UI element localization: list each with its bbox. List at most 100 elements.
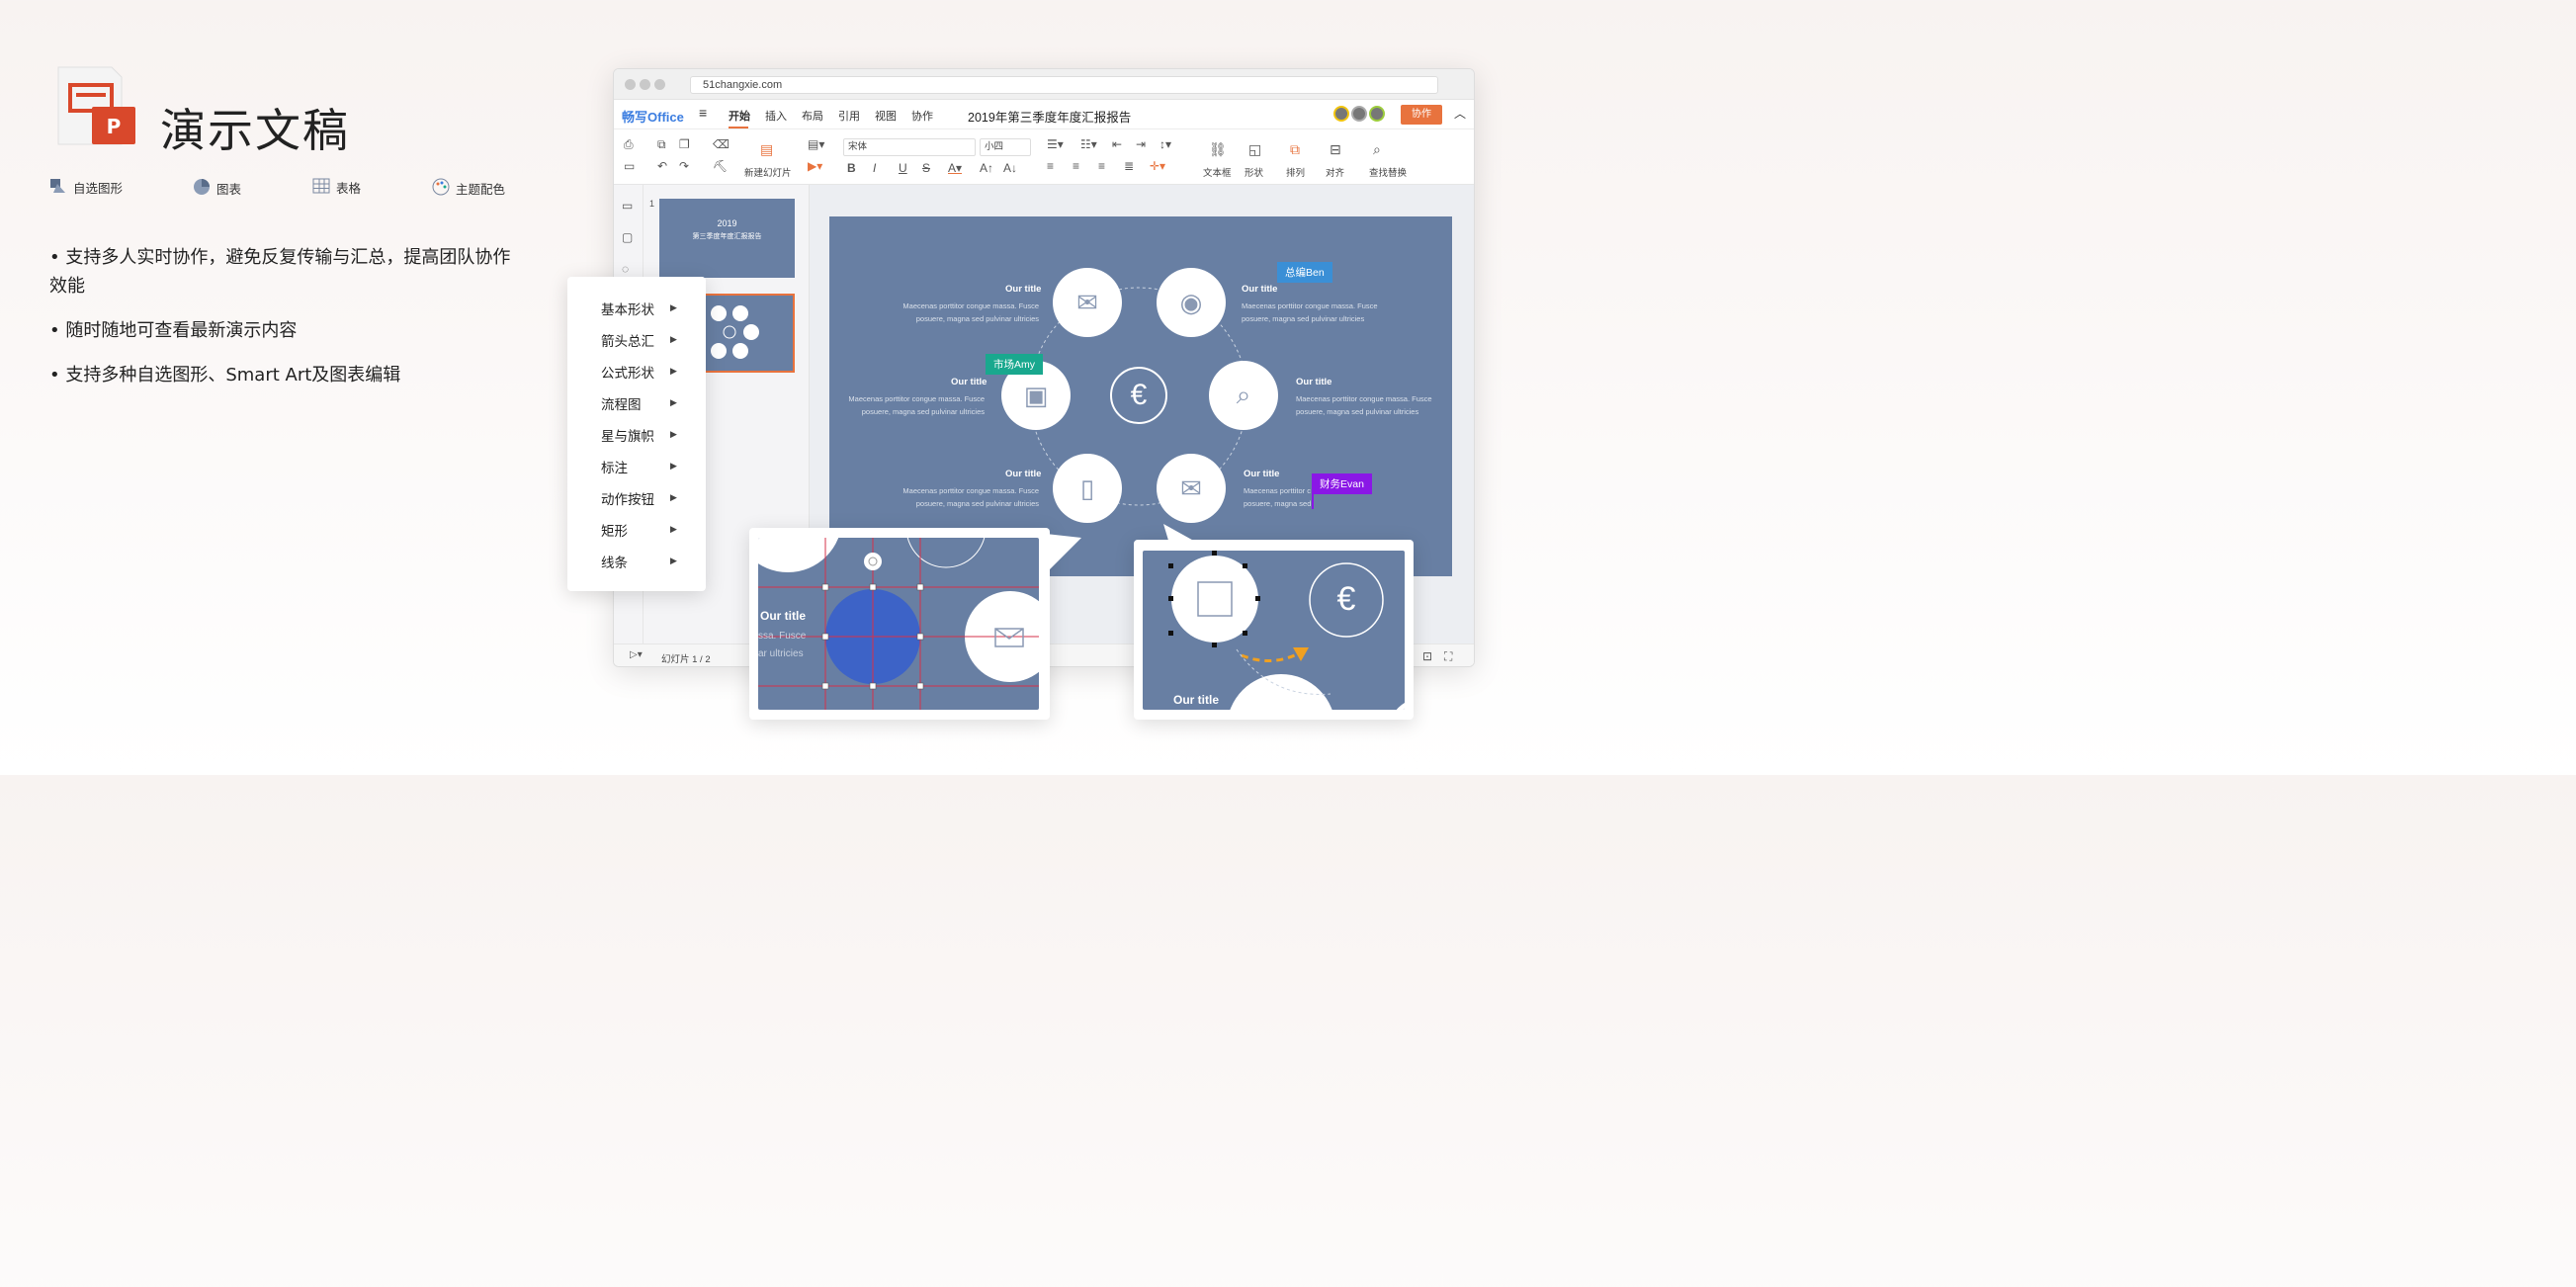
tab-home[interactable]: 开始 xyxy=(729,108,750,124)
menu-item-arrows[interactable]: 箭头总汇 xyxy=(601,330,680,350)
fullscreen-icon[interactable]: ⛶ xyxy=(1444,649,1452,664)
align-left-icon[interactable]: ≡ xyxy=(1047,159,1054,173)
print-icon[interactable]: ⎙ xyxy=(624,137,634,152)
paste-icon[interactable]: ❐ xyxy=(679,137,690,151)
slideshow-icon[interactable]: ▶▾ xyxy=(808,159,822,173)
feature-theme: 主题配色 xyxy=(432,178,505,199)
numbered-list-icon[interactable]: ☷▾ xyxy=(1080,137,1097,151)
find-replace-button[interactable]: 查找替换 xyxy=(1369,165,1407,179)
align-center-icon[interactable]: ≡ xyxy=(1073,159,1079,173)
align-button[interactable]: 对齐 xyxy=(1326,165,1344,179)
camera-icon[interactable]: ◉ xyxy=(1157,268,1226,337)
menu-item-lines[interactable]: 线条 xyxy=(601,552,680,571)
search-icon[interactable]: ⌕ xyxy=(1209,361,1278,430)
item-text: Maecenas porttitor congue massa. Fusce p… xyxy=(848,394,985,416)
menu-item-basic-shapes[interactable]: 基本形状 xyxy=(601,299,680,318)
tab-reference[interactable]: 引用 xyxy=(838,108,860,124)
copy-icon[interactable]: ⧉ xyxy=(657,137,666,152)
chevron-right-icon: ▶ xyxy=(670,397,677,407)
align-icon[interactable]: ⊟ xyxy=(1330,141,1341,158)
item-title: Our title xyxy=(1005,469,1042,479)
font-color-icon[interactable]: A▾ xyxy=(948,161,962,175)
line-spacing-icon[interactable]: ↕▾ xyxy=(1159,137,1171,151)
underline-icon[interactable]: U xyxy=(899,161,907,175)
bold-icon[interactable]: B xyxy=(847,161,856,175)
avatar[interactable] xyxy=(1351,106,1367,122)
text-cursor xyxy=(1312,493,1314,509)
menu-item-flowchart[interactable]: 流程图 xyxy=(601,393,680,413)
font-shrink-icon[interactable]: A↓ xyxy=(1003,161,1017,175)
menu-item-callouts[interactable]: 标注 xyxy=(601,457,680,476)
slide-counter: 幻灯片 1 / 2 xyxy=(661,654,711,665)
phone-icon[interactable]: ▯ xyxy=(1053,454,1122,523)
arrange-icon[interactable]: ⧉ xyxy=(1290,141,1300,158)
slide[interactable]: ✉ ◉ ▣ € ⌕ ▯ ✉ Our title Maecenas porttit… xyxy=(829,216,1452,576)
tab-collaborate[interactable]: 协作 xyxy=(911,108,933,124)
outdent-icon[interactable]: ⇤ xyxy=(1112,137,1122,151)
font-name-select[interactable]: 宋体 xyxy=(843,138,976,156)
menu-item-equation-shapes[interactable]: 公式形状 xyxy=(601,362,680,382)
shape-icon[interactable]: ◱ xyxy=(1248,141,1261,158)
collaborate-button[interactable]: 协作 xyxy=(1401,105,1442,125)
feature-bullets: • 支持多人实时协作，避免反复传输与汇总，提高团队协作效能 • 随时随地可查看最… xyxy=(49,243,514,405)
new-slide-icon[interactable]: ▤ xyxy=(760,141,773,158)
euro-icon: € xyxy=(1336,580,1356,618)
fit-icon[interactable]: ⊡ xyxy=(1422,649,1432,663)
justify-icon[interactable]: ≣ xyxy=(1124,159,1134,173)
undo-icon[interactable]: ↶ xyxy=(657,159,667,173)
align-right-icon[interactable]: ≡ xyxy=(1098,159,1105,173)
menu-item-stars-banners[interactable]: 星与旗帜 xyxy=(601,425,680,445)
svg-text:P: P xyxy=(107,115,122,138)
arrange-button[interactable]: 排列 xyxy=(1286,165,1305,179)
feature-list: 自选图形 图表 表格 主题配色 xyxy=(49,178,544,202)
hamburger-icon[interactable]: ≡ xyxy=(699,105,707,121)
tab-layout[interactable]: 布局 xyxy=(802,108,823,124)
menu-item-action-buttons[interactable]: 动作按钮 xyxy=(601,488,680,508)
comments-icon[interactable]: ▢ xyxy=(622,230,633,244)
font-grow-icon[interactable]: A↑ xyxy=(980,161,993,175)
save-icon[interactable]: ▭ xyxy=(624,159,635,173)
message-icon[interactable]: ✉ xyxy=(1053,268,1122,337)
mail-icon[interactable]: ✉ xyxy=(1157,454,1226,523)
window-minimize-button[interactable] xyxy=(640,79,650,90)
feature-label: 自选图形 xyxy=(73,182,124,196)
zoom-callout-right: € Our title xyxy=(1134,524,1414,720)
bullet-list-icon[interactable]: ☰▾ xyxy=(1047,137,1064,151)
euro-icon[interactable]: € xyxy=(1110,367,1167,424)
play-icon[interactable]: ▷▾ xyxy=(630,649,643,660)
find-icon[interactable]: ⌕ xyxy=(1373,141,1381,158)
shape-button[interactable]: 形状 xyxy=(1245,165,1263,179)
window-maximize-button[interactable] xyxy=(654,79,665,90)
collaborator-tag: 财务Evan xyxy=(1312,473,1372,494)
tab-view[interactable]: 视图 xyxy=(875,108,897,124)
collapse-ribbon-icon[interactable]: ︿ xyxy=(1454,105,1466,122)
slide-thumbnail-1[interactable]: 2019 第三季度年度汇报报告 xyxy=(659,199,795,278)
redo-icon[interactable]: ↷ xyxy=(679,159,689,173)
strikethrough-icon[interactable]: S xyxy=(922,161,930,175)
eraser-icon[interactable]: ⌫ xyxy=(713,137,730,151)
avatar[interactable] xyxy=(1333,106,1349,122)
font-size-select[interactable]: 小四 xyxy=(980,138,1031,156)
layout-icon[interactable]: ▤▾ xyxy=(808,137,824,151)
avatar[interactable] xyxy=(1369,106,1385,122)
indent-icon[interactable]: ⇥ xyxy=(1136,137,1146,151)
item-title: Our title xyxy=(1296,377,1332,387)
format-painter-icon[interactable]: ⛏ xyxy=(713,159,728,173)
item-text: posuere, magna sed xyxy=(1244,499,1312,508)
window-close-button[interactable] xyxy=(625,79,636,90)
thumbnail-title: 第三季度年度汇报报告 xyxy=(692,233,762,240)
menu-item-rectangles[interactable]: 矩形 xyxy=(601,520,680,540)
new-slide-button[interactable]: 新建幻灯片 xyxy=(744,165,792,179)
slides-panel-icon[interactable]: ▭ xyxy=(622,199,633,213)
feature-chart: 图表 xyxy=(193,178,241,199)
zoomed-slide-left: Our title ssa. Fusce ar ultricies xyxy=(758,538,1039,710)
vertical-align-icon[interactable]: ✛▾ xyxy=(1150,159,1165,173)
address-bar[interactable]: 51changxie.com xyxy=(690,76,1438,94)
textbox-button[interactable]: 文本框 xyxy=(1203,165,1232,179)
italic-icon[interactable]: I xyxy=(873,161,876,175)
feature-shapes: 自选图形 xyxy=(49,178,123,197)
tab-insert[interactable]: 插入 xyxy=(765,108,787,124)
chat-icon[interactable]: ◌ xyxy=(622,262,629,276)
link-icon[interactable]: ⛓ xyxy=(1209,141,1227,158)
presentation-app-icon: P xyxy=(54,63,137,148)
